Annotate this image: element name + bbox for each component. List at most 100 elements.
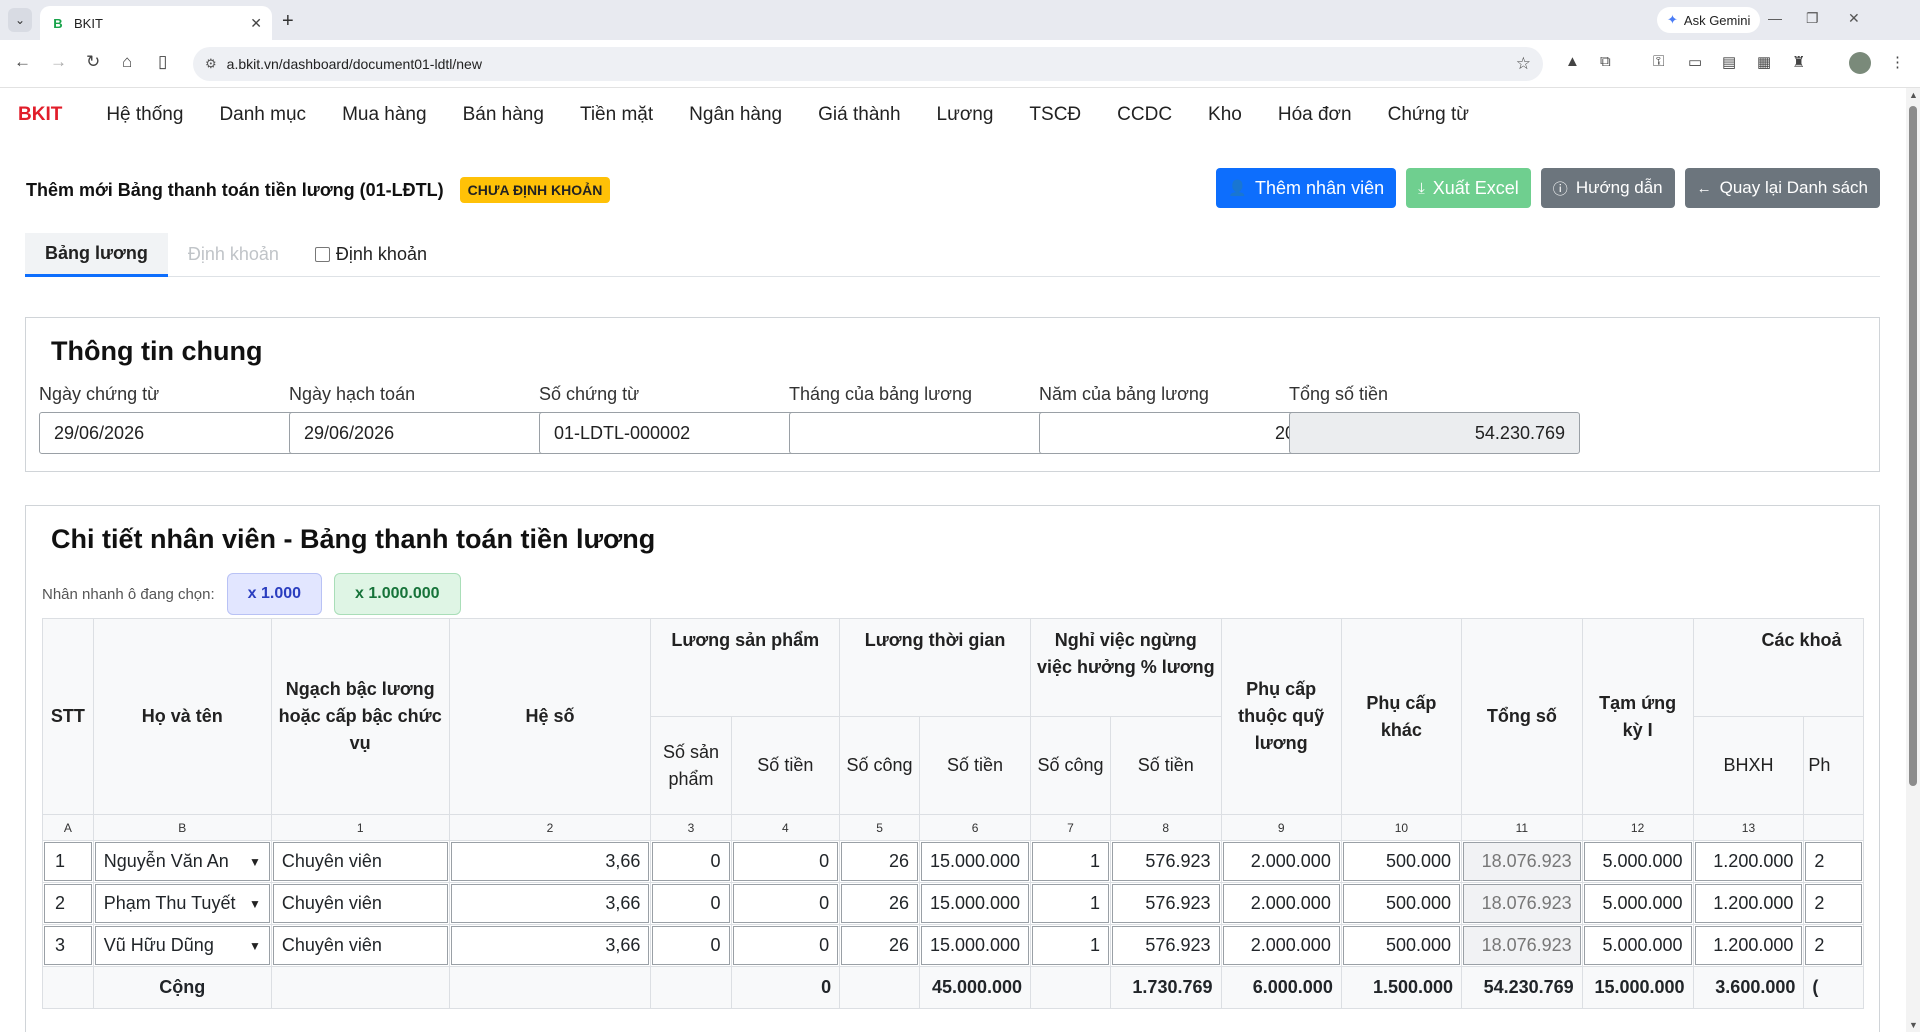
coefficient-input[interactable]: 3,66: [450, 884, 650, 923]
menu-danh-muc[interactable]: Danh mục: [219, 104, 306, 126]
employee-select[interactable]: Phạm Thu Tuyết ▼: [94, 884, 270, 923]
guide-button[interactable]: ⓘ Hướng dẫn: [1540, 168, 1675, 208]
side-panel-icon[interactable]: ▯: [158, 52, 167, 72]
grade-input[interactable]: Chuyên viên: [272, 842, 448, 881]
product-qty-input[interactable]: 0: [652, 926, 730, 965]
next-col-input[interactable]: 2: [1805, 926, 1862, 965]
profile-avatar[interactable]: [1849, 52, 1871, 74]
time-days-input[interactable]: 26: [841, 842, 918, 881]
tab-payroll[interactable]: Bảng lương: [25, 232, 168, 277]
menu-mua-hang[interactable]: Mua hàng: [342, 104, 427, 126]
brand-logo[interactable]: BKIT: [18, 104, 62, 126]
menu-chung-tu[interactable]: Chứng từ: [1388, 104, 1469, 126]
doc-date-input[interactable]: 29/06/2026: [39, 412, 330, 454]
menu-hoa-don[interactable]: Hóa đơn: [1278, 104, 1352, 126]
close-window-icon[interactable]: ✕: [1848, 10, 1860, 27]
product-amount-input[interactable]: 0: [732, 884, 839, 923]
multiply-1000000-button[interactable]: x 1.000.000: [334, 573, 461, 615]
extensions-puzzle-icon[interactable]: ⧉: [1600, 53, 1611, 70]
tab-groups-icon[interactable]: ▦: [1757, 53, 1771, 71]
add-employee-button[interactable]: 👤 Thêm nhân viên: [1216, 168, 1397, 208]
employee-select[interactable]: Vũ Hữu Dũng ▼: [94, 926, 270, 965]
bhxh-input[interactable]: 1.200.000: [1694, 884, 1803, 923]
ask-gemini-button[interactable]: ✦ Ask Gemini: [1657, 7, 1761, 33]
back-arrow-icon[interactable]: ←: [14, 52, 31, 72]
site-info-icon[interactable]: ⚙: [205, 56, 217, 72]
product-qty-input[interactable]: 0: [652, 842, 730, 881]
leave-amount-input[interactable]: 576.923: [1111, 842, 1220, 881]
page-scrollbar[interactable]: ▲ ▼: [1906, 88, 1920, 1032]
menu-ban-hang[interactable]: Bán hàng: [463, 104, 544, 126]
post-date-input[interactable]: 29/06/2026: [289, 412, 580, 454]
menu-tien-mat[interactable]: Tiền mặt: [580, 104, 653, 126]
back-to-list-button[interactable]: ← Quay lại Danh sách: [1684, 168, 1880, 208]
stt-input[interactable]: 3: [44, 926, 92, 965]
payment-card-icon[interactable]: ▭: [1688, 53, 1702, 71]
menu-gia-thanh[interactable]: Giá thành: [818, 104, 900, 126]
tab-list-chevron-icon[interactable]: ⌄: [8, 8, 32, 32]
next-col-input[interactable]: 2: [1805, 842, 1862, 881]
reading-mode-icon[interactable]: ▤: [1722, 53, 1736, 71]
browser-tab[interactable]: B BKIT ✕: [40, 6, 272, 40]
advance-input[interactable]: 5.000.000: [1583, 926, 1692, 965]
grade-input[interactable]: Chuyên viên: [272, 926, 448, 965]
stt-input[interactable]: 2: [44, 884, 92, 923]
product-amount-input[interactable]: 0: [732, 926, 839, 965]
posting-checkbox[interactable]: [314, 247, 330, 262]
home-icon[interactable]: ⌂: [122, 52, 132, 72]
product-amount-input[interactable]: 0: [732, 842, 839, 881]
time-amount-input[interactable]: 15.000.000: [920, 884, 1030, 923]
reload-icon[interactable]: ↻: [86, 52, 100, 72]
allowance-other-input[interactable]: 500.000: [1342, 842, 1461, 881]
bhxh-input[interactable]: 1.200.000: [1694, 926, 1803, 965]
coefficient-input[interactable]: 3,66: [450, 926, 650, 965]
extension-triangle-icon[interactable]: ▲: [1565, 53, 1580, 70]
allowance-fund-input[interactable]: 2.000.000: [1222, 842, 1340, 881]
multiply-1000-button[interactable]: x 1.000: [226, 573, 323, 615]
leave-days-input[interactable]: 1: [1032, 842, 1109, 881]
menu-he-thong[interactable]: Hệ thống: [106, 104, 183, 126]
allowance-other-input[interactable]: 500.000: [1342, 884, 1461, 923]
doc-number-input[interactable]: 01-LDTL-000002: [539, 412, 830, 454]
stt-input[interactable]: 1: [44, 842, 92, 881]
url-text[interactable]: a.bkit.vn/dashboard/document01-ldtl/new: [227, 56, 1516, 72]
time-days-input[interactable]: 26: [841, 884, 918, 923]
menu-luong[interactable]: Lương: [937, 104, 994, 126]
chrome-menu-icon[interactable]: ⋮: [1890, 53, 1905, 71]
posting-checkbox-label[interactable]: Định khoản: [299, 244, 427, 265]
leave-days-input[interactable]: 1: [1032, 884, 1109, 923]
minimize-icon[interactable]: —: [1768, 10, 1782, 26]
month-input[interactable]: 5: [789, 412, 1080, 454]
bookmark-star-icon[interactable]: ☆: [1516, 54, 1531, 74]
menu-ccdc[interactable]: CCDC: [1117, 104, 1172, 126]
scroll-up-icon[interactable]: ▲: [1909, 90, 1918, 100]
next-col-input[interactable]: 2: [1805, 884, 1862, 923]
scrollbar-thumb[interactable]: [1909, 106, 1917, 786]
leave-days-input[interactable]: 1: [1032, 926, 1109, 965]
scroll-down-icon[interactable]: ▼: [1909, 1020, 1918, 1030]
menu-kho[interactable]: Kho: [1208, 104, 1242, 126]
grade-input[interactable]: Chuyên viên: [272, 884, 448, 923]
allowance-other-input[interactable]: 500.000: [1342, 926, 1461, 965]
time-amount-input[interactable]: 15.000.000: [920, 842, 1030, 881]
new-tab-plus-icon[interactable]: +: [282, 10, 294, 33]
allowance-fund-input[interactable]: 2.000.000: [1222, 884, 1340, 923]
export-excel-button[interactable]: ⤓ Xuất Excel: [1406, 168, 1531, 208]
menu-ngan-hang[interactable]: Ngân hàng: [689, 104, 782, 126]
product-qty-input[interactable]: 0: [652, 884, 730, 923]
payroll-table-wrapper[interactable]: STT Họ và tên Ngạch bậc lương hoặc cấp b…: [42, 618, 1864, 1032]
close-tab-icon[interactable]: ✕: [250, 15, 262, 32]
time-days-input[interactable]: 26: [841, 926, 918, 965]
forward-arrow-icon[interactable]: →: [50, 52, 67, 72]
incognito-icon[interactable]: ♜: [1792, 53, 1805, 71]
leave-amount-input[interactable]: 576.923: [1111, 884, 1220, 923]
advance-input[interactable]: 5.000.000: [1583, 884, 1692, 923]
employee-select[interactable]: Nguyễn Văn An ▼: [94, 842, 270, 881]
passwords-key-icon[interactable]: ⚿: [1653, 53, 1664, 70]
omnibox[interactable]: ⚙ a.bkit.vn/dashboard/document01-ldtl/ne…: [193, 47, 1543, 81]
time-amount-input[interactable]: 15.000.000: [920, 926, 1030, 965]
year-input[interactable]: 2026: [1039, 412, 1330, 454]
leave-amount-input[interactable]: 576.923: [1111, 926, 1220, 965]
coefficient-input[interactable]: 3,66: [450, 842, 650, 881]
bhxh-input[interactable]: 1.200.000: [1694, 842, 1803, 881]
